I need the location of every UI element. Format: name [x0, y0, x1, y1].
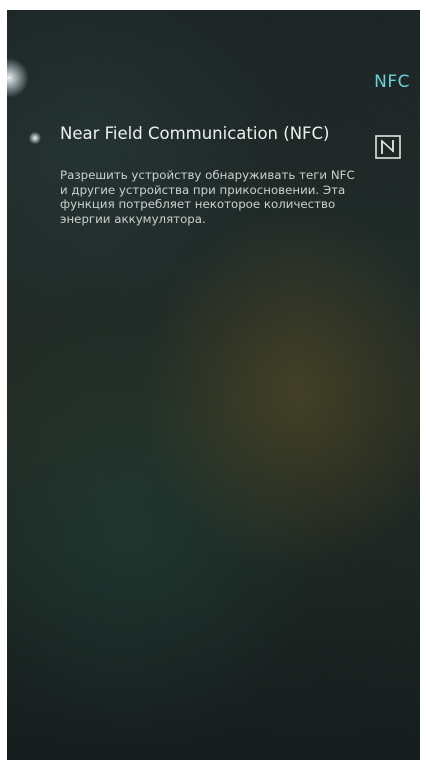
settings-screen: NFC Near Field Communication (NFC) Разре… [7, 10, 420, 760]
page-title: NFC [374, 72, 410, 92]
list-bullet-icon [29, 132, 41, 144]
nfc-setting-title: Near Field Communication (NFC) [60, 124, 330, 143]
back-glow-indicator[interactable] [7, 58, 29, 98]
nfc-icon[interactable] [373, 134, 403, 160]
nfc-setting-description: Разрешить устройству обнаруживать теги N… [60, 168, 355, 226]
device-frame: NFC Near Field Communication (NFC) Разре… [0, 0, 426, 760]
nfc-setting-item[interactable]: Near Field Communication (NFC) Разрешить… [7, 122, 420, 282]
